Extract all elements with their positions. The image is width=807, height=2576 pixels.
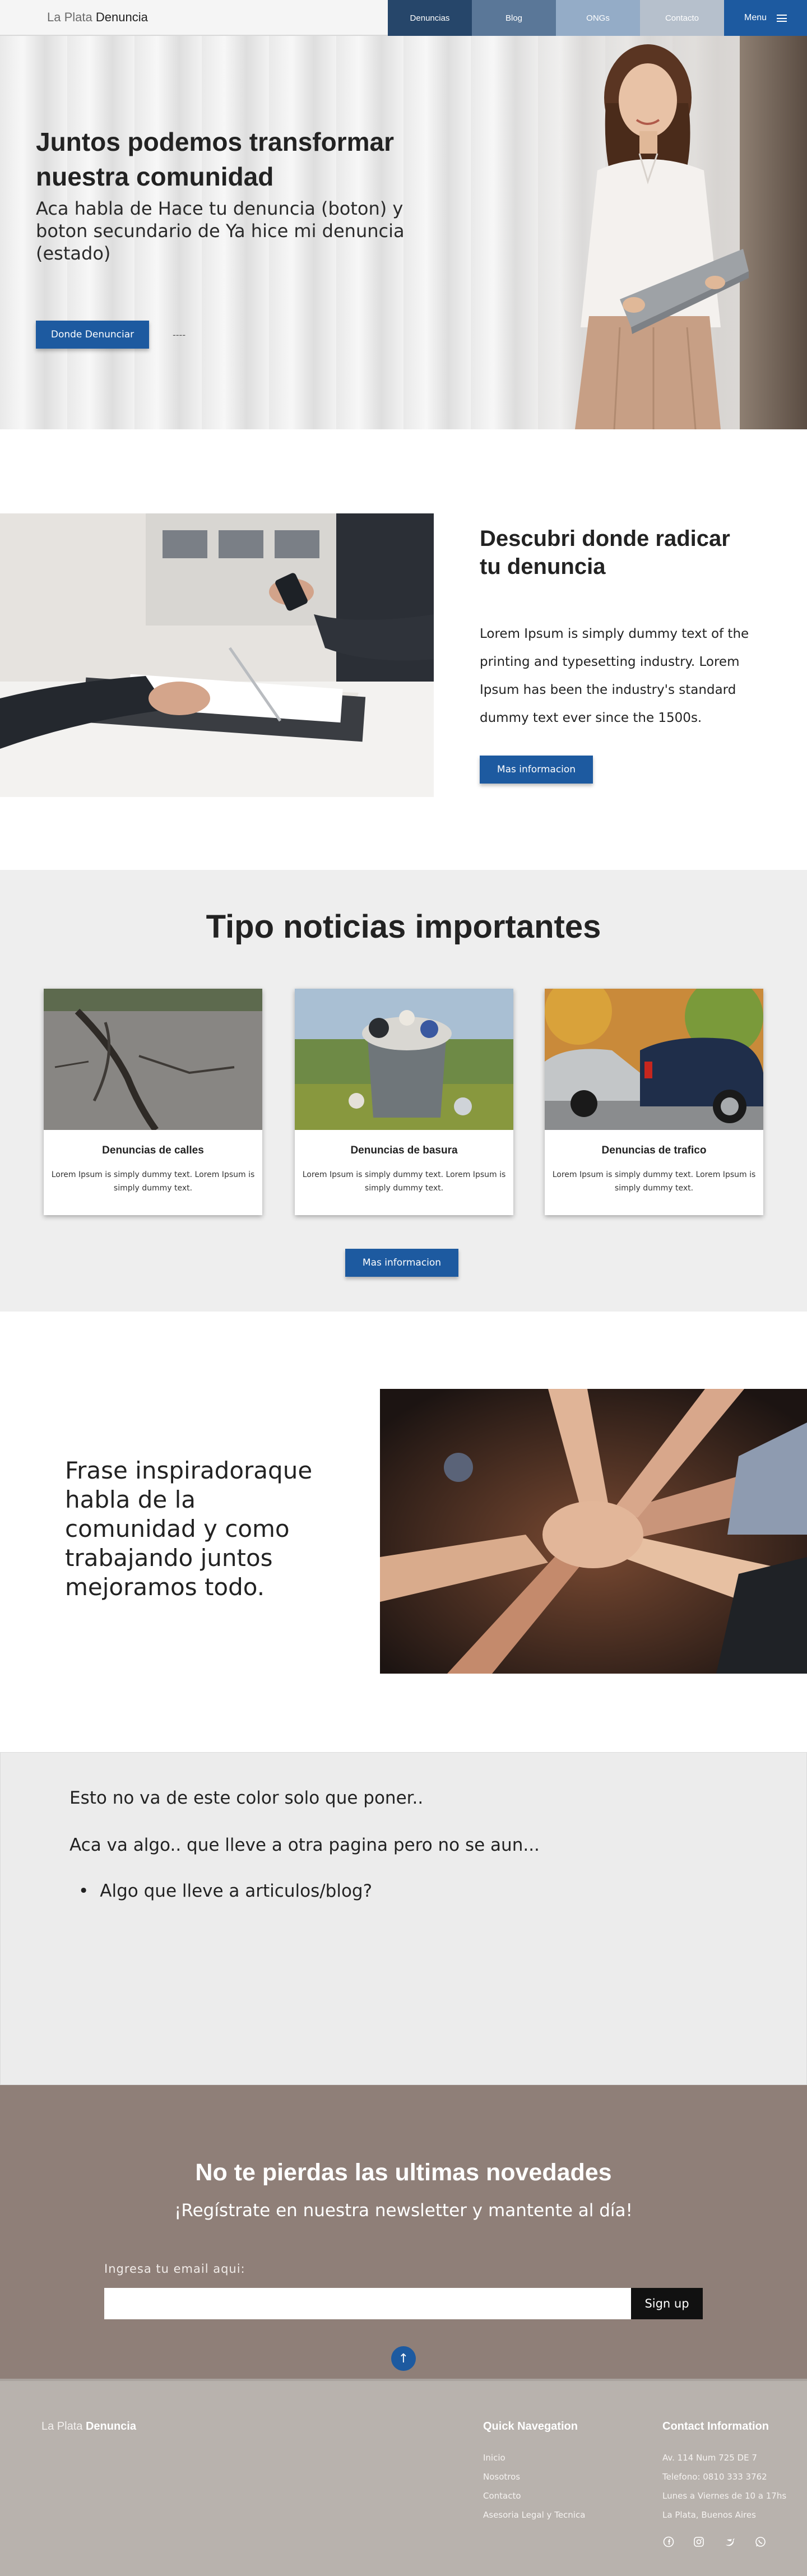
footer-logo-bold: Denuncia bbox=[85, 2420, 136, 2433]
quick-navigation-title: Quick Navegation bbox=[483, 2420, 578, 2433]
card-title: Denuncias de trafico bbox=[601, 1145, 707, 1156]
hero-subtitle: Aca habla de Hace tu denuncia (boton) y … bbox=[36, 198, 405, 264]
hero-section: Juntos podemos transformar nuestra comun… bbox=[0, 36, 807, 429]
menu-label: Menu bbox=[744, 13, 767, 22]
nav-denuncias[interactable]: Denuncias bbox=[388, 0, 472, 36]
hero-status-text: ---- bbox=[173, 330, 186, 340]
nav-ongs[interactable]: ONGs bbox=[556, 0, 640, 36]
menu-button[interactable]: Menu bbox=[724, 0, 807, 36]
placeholder-line-2[interactable]: Aca va algo.. que lleve a otra pagina pe… bbox=[69, 1835, 540, 1855]
site-logo[interactable]: La Plata Denuncia bbox=[47, 10, 148, 25]
placeholder-line-1: Esto no va de este color solo que poner.… bbox=[69, 1788, 424, 1808]
whatsapp-icon[interactable] bbox=[754, 2536, 767, 2548]
card-image-basura bbox=[295, 989, 513, 1130]
card-title: Denuncias de calles bbox=[102, 1145, 204, 1156]
card-text: Lorem Ipsum is simply dummy text. Lorem … bbox=[302, 1170, 506, 1193]
instagram-icon[interactable] bbox=[693, 2536, 705, 2548]
card-title: Denuncias de basura bbox=[350, 1145, 458, 1156]
noticias-mas-informacion-button[interactable]: Mas informacion bbox=[345, 1249, 458, 1277]
contact-city: La Plata, Buenos Aires bbox=[662, 2510, 756, 2520]
hands-together-image bbox=[380, 1389, 807, 1674]
footer-link-asesoria[interactable]: Asesoria Legal y Tecnica bbox=[483, 2510, 585, 2520]
contact-phone: Telefono: 0810 333 3762 bbox=[662, 2472, 767, 2482]
hero-title: Juntos podemos transformar nuestra comun… bbox=[36, 127, 394, 191]
newsletter-subtitle: ¡Regístrate en nuestra newsletter y mant… bbox=[174, 2200, 633, 2221]
arrow-up-icon: ↑ bbox=[398, 2351, 409, 2366]
placeholder-bullet[interactable]: Algo que lleve a articulos/blog? bbox=[78, 1881, 372, 1901]
noticias-title: Tipo noticias importantes bbox=[206, 909, 601, 945]
newsletter-title: No te pierdas las ultimas novedades bbox=[195, 2159, 612, 2186]
main-nav: Denuncias Blog ONGs Contacto bbox=[388, 0, 724, 36]
twitter-icon[interactable] bbox=[724, 2536, 736, 2548]
card-text: Lorem Ipsum is simply dummy text. Lorem … bbox=[552, 1170, 756, 1193]
section2-image bbox=[0, 513, 434, 797]
hero-woman-image bbox=[575, 44, 749, 429]
section2-title: Descubri donde radicar tu denuncia bbox=[480, 526, 730, 579]
card-image-calles bbox=[44, 989, 262, 1130]
email-input[interactable] bbox=[104, 2288, 631, 2319]
footer-logo[interactable]: La Plata Denuncia bbox=[41, 2420, 136, 2433]
sign-up-button[interactable]: Sign up bbox=[631, 2288, 703, 2319]
facebook-icon[interactable] bbox=[662, 2536, 675, 2548]
card-denuncias-calles[interactable]: Denuncias de calles Lorem Ipsum is simpl… bbox=[44, 989, 262, 1215]
section2-text: Lorem Ipsum is simply dummy text of the … bbox=[480, 627, 749, 725]
footer-link-contacto[interactable]: Contacto bbox=[483, 2491, 521, 2501]
card-image-trafico bbox=[545, 989, 763, 1130]
card-denuncias-basura[interactable]: Denuncias de basura Lorem Ipsum is simpl… bbox=[295, 989, 513, 1215]
nav-contacto[interactable]: Contacto bbox=[640, 0, 724, 36]
footer-link-nosotros[interactable]: Nosotros bbox=[483, 2472, 520, 2482]
section2-mas-informacion-button[interactable]: Mas informacion bbox=[480, 756, 593, 784]
card-text: Lorem Ipsum is simply dummy text. Lorem … bbox=[51, 1170, 255, 1193]
contact-hours: Lunes a Viernes de 10 a 17hs bbox=[662, 2491, 787, 2501]
hamburger-icon bbox=[777, 14, 787, 22]
site-header: La Plata Denuncia Denuncias Blog ONGs Co… bbox=[0, 0, 807, 36]
logo-bold: Denuncia bbox=[95, 10, 148, 24]
hero-background-edge bbox=[740, 36, 807, 429]
nav-blog[interactable]: Blog bbox=[472, 0, 556, 36]
scroll-top-button[interactable]: ↑ bbox=[391, 2346, 416, 2371]
logo-prefix: La Plata bbox=[47, 10, 92, 24]
email-label: Ingresa tu email aqui: bbox=[104, 2262, 245, 2276]
contact-address: Av. 114 Num 725 DE 7 bbox=[662, 2453, 757, 2463]
inspirational-quote: Frase inspiradoraque habla de la comunid… bbox=[65, 1457, 313, 1601]
footer-link-inicio[interactable]: Inicio bbox=[483, 2453, 505, 2463]
contact-information-title: Contact Information bbox=[662, 2420, 769, 2433]
newsletter-section bbox=[0, 2085, 807, 2379]
donde-denunciar-button[interactable]: Donde Denunciar bbox=[36, 321, 149, 349]
footer-logo-prefix: La Plata bbox=[41, 2420, 83, 2433]
card-denuncias-trafico[interactable]: Denuncias de trafico Lorem Ipsum is simp… bbox=[545, 989, 763, 1215]
